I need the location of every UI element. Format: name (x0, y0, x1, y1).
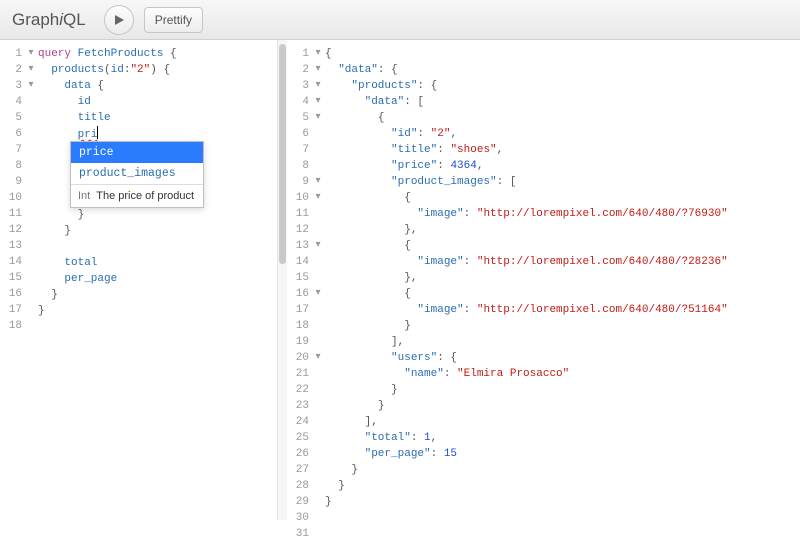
autocomplete-item[interactable]: product_images (71, 163, 203, 184)
editor-panes: 123456789101112131415161718 ▾▾▾ query Fe… (0, 40, 800, 520)
toolbar: GraphiQL Prettify (0, 0, 800, 40)
query-code[interactable]: query FetchProducts { products(id:"2") {… (36, 40, 286, 520)
play-icon (113, 14, 125, 26)
result-viewer[interactable]: 1234567891011121314151617181920212223242… (287, 40, 800, 520)
query-gutter: 123456789101112131415161718 (0, 40, 26, 520)
query-scrollbar-thumb[interactable] (279, 44, 286, 264)
result-fold-column: ▾▾▾▾▾ ▾▾ ▾ ▾ ▾ (313, 40, 323, 520)
prettify-button[interactable]: Prettify (144, 7, 203, 33)
query-scrollbar[interactable] (277, 40, 287, 520)
autocomplete-popup: priceproduct_images Int The price of pro… (70, 141, 204, 208)
prettify-label: Prettify (155, 13, 192, 27)
result-gutter: 1234567891011121314151617181920212223242… (287, 40, 313, 520)
autocomplete-hint-desc: The price of product (96, 190, 194, 202)
query-editor[interactable]: 123456789101112131415161718 ▾▾▾ query Fe… (0, 40, 287, 520)
autocomplete-hint: Int The price of product (71, 184, 203, 207)
query-fold-column: ▾▾▾ (26, 40, 36, 520)
autocomplete-hint-type: Int (78, 190, 90, 202)
execute-button[interactable] (104, 5, 134, 35)
autocomplete-item[interactable]: price (71, 142, 203, 163)
result-code: { "data": { "products": { "data": [ { "i… (323, 40, 800, 520)
app-logo: GraphiQL (12, 10, 86, 30)
